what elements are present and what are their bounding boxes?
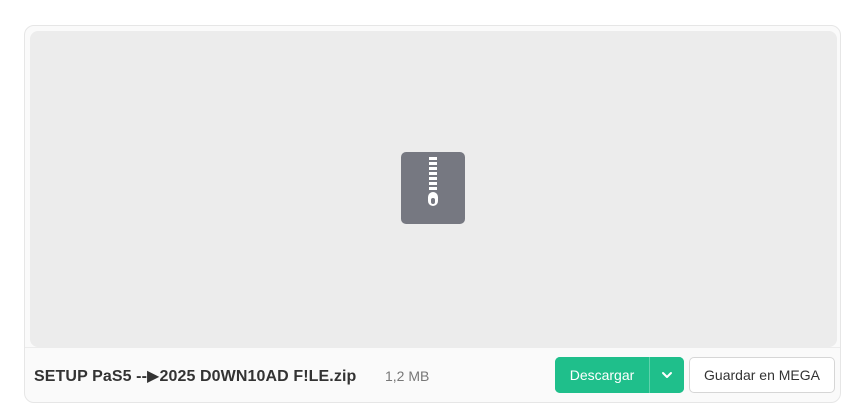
file-preview-area — [30, 31, 837, 347]
download-button-group: Descargar — [555, 357, 684, 393]
download-options-button[interactable] — [650, 357, 684, 393]
zip-file-icon — [401, 152, 465, 224]
chevron-down-icon — [661, 366, 673, 384]
file-info-bar: SETUP PaS5 --▶2025 D0WN10AD F!LE.zip 1,2… — [25, 347, 840, 402]
file-name: SETUP PaS5 --▶2025 D0WN10AD F!LE.zip — [34, 368, 357, 385]
save-to-mega-button[interactable]: Guardar en MEGA — [689, 357, 835, 393]
download-button[interactable]: Descargar — [555, 357, 649, 393]
file-card: SETUP PaS5 --▶2025 D0WN10AD F!LE.zip 1,2… — [24, 25, 841, 403]
file-size: 1,2 MB — [385, 368, 430, 384]
